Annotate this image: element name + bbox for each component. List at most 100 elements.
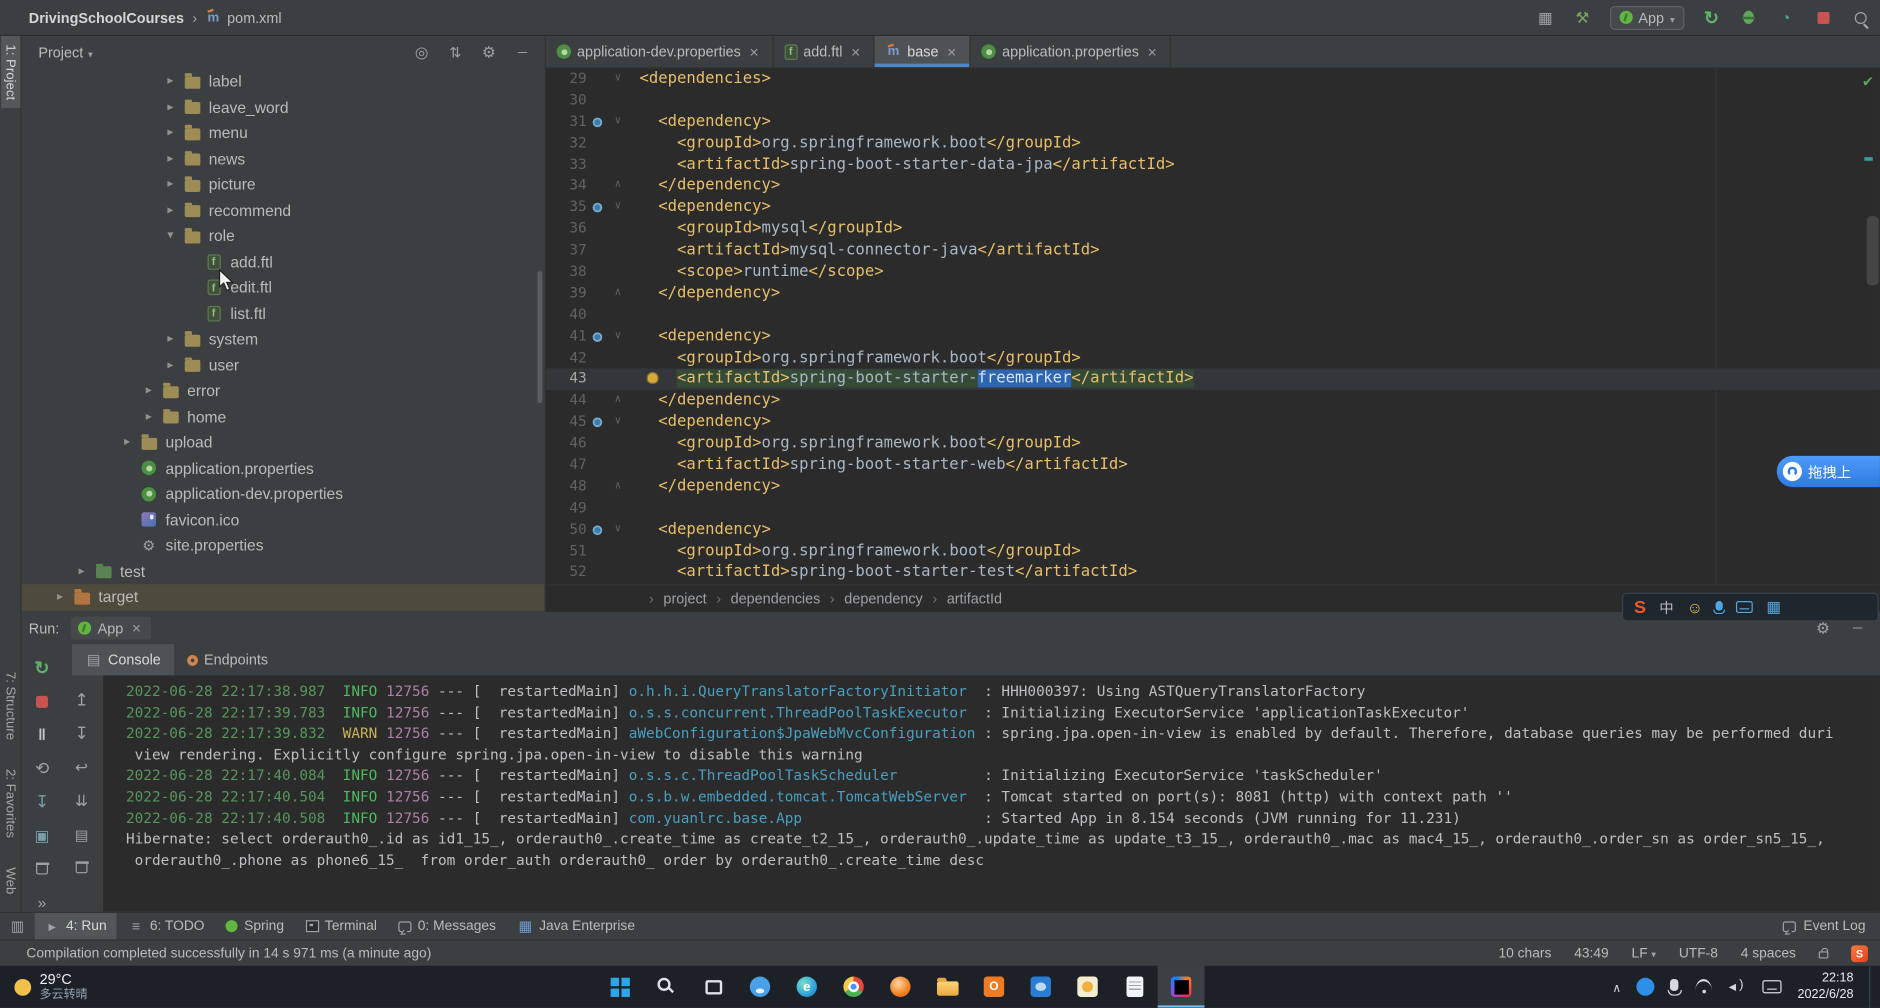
wifi-icon[interactable] — [1694, 980, 1713, 993]
code-line[interactable]: 51 <groupId>org.springframework.boot</gr… — [546, 541, 1880, 562]
tree-item[interactable]: error — [22, 378, 545, 404]
code-line[interactable]: 46 <groupId>org.springframework.boot</gr… — [546, 433, 1880, 454]
chinese-mode-label[interactable]: 中 — [1659, 597, 1673, 617]
fold-marker-icon[interactable] — [607, 412, 629, 433]
mic-tray-icon[interactable] — [1670, 979, 1678, 991]
tree-item[interactable]: application-dev.properties — [22, 481, 545, 507]
code-line[interactable]: 33 <artifactId>spring-boot-starter-data-… — [546, 154, 1880, 175]
fold-marker-icon[interactable] — [607, 262, 629, 283]
browser-icon[interactable] — [877, 966, 924, 1008]
sogou-status-icon[interactable] — [1851, 945, 1868, 962]
fold-marker-icon[interactable] — [607, 283, 629, 304]
clear-all-icon[interactable] — [71, 858, 91, 878]
fold-marker-icon[interactable] — [607, 347, 629, 368]
tree-chevron-icon[interactable] — [160, 126, 182, 139]
dependency-gutter-icon[interactable] — [587, 562, 607, 583]
weather-widget[interactable]: 29°C 多云转晴 — [0, 966, 102, 1008]
run-config-select[interactable]: App — [1610, 5, 1685, 29]
selection-chars-widget[interactable]: 10 chars — [1498, 946, 1551, 960]
layout-icon[interactable] — [1535, 7, 1555, 27]
editor-tab[interactable]: application-dev.properties — [546, 36, 773, 67]
fold-marker-icon[interactable] — [607, 197, 629, 218]
editor-scrollbar[interactable] — [1867, 216, 1879, 286]
fold-marker-icon[interactable] — [607, 68, 629, 89]
breadcrumb-file[interactable]: pom.xml — [227, 9, 281, 26]
dependency-gutter-icon[interactable] — [587, 154, 607, 175]
code-line[interactable]: 37 <artifactId>mysql-connector-java</art… — [546, 240, 1880, 261]
dependency-gutter-icon[interactable] — [587, 90, 607, 111]
sogou-ime-toolbar[interactable]: 中 — [1622, 593, 1879, 622]
fold-marker-icon[interactable] — [607, 455, 629, 476]
tab-close-icon[interactable] — [944, 43, 958, 61]
fold-marker-icon[interactable] — [607, 176, 629, 197]
error-stripe-mark[interactable] — [1864, 157, 1872, 161]
chrome-icon[interactable] — [830, 966, 877, 1008]
dependency-gutter-icon[interactable] — [587, 304, 607, 325]
breadcrumb-item[interactable]: dependency — [820, 590, 922, 607]
project-scrollbar[interactable] — [537, 271, 542, 403]
code-line[interactable]: 48 </dependency> — [546, 476, 1880, 497]
toolwindow-button[interactable]: 4: Run — [35, 912, 116, 940]
code-line[interactable]: 34 </dependency> — [546, 176, 1880, 197]
toolbox-icon[interactable] — [1766, 597, 1781, 616]
tree-item[interactable]: system — [22, 326, 545, 352]
intention-bulb-icon[interactable] — [647, 372, 659, 384]
fold-marker-icon[interactable] — [607, 240, 629, 261]
show-desktop-button[interactable] — [1869, 966, 1875, 1008]
status-message[interactable]: Compilation completed successfully in 14… — [26, 946, 431, 960]
tray-expand-icon[interactable] — [1612, 978, 1621, 995]
rerun-app-icon[interactable] — [1701, 7, 1721, 27]
event-log-button[interactable]: Event Log — [1783, 919, 1866, 933]
fold-marker-icon[interactable] — [607, 519, 629, 540]
dependency-gutter-icon[interactable] — [587, 519, 607, 540]
toolwindow-button[interactable]: 6: TODO — [119, 912, 214, 940]
code-line[interactable]: 40 — [546, 304, 1880, 325]
sogou-drag-badge[interactable]: 拖拽上 — [1777, 456, 1880, 487]
run-view-tab[interactable]: Endpoints — [174, 644, 281, 675]
taskview-button[interactable] — [690, 966, 737, 1008]
code-line[interactable]: 49 — [546, 498, 1880, 519]
scroll-to-end-icon[interactable] — [71, 791, 91, 811]
stripe-button[interactable]: Web — [1, 858, 20, 902]
tray-app-icon[interactable] — [1637, 978, 1655, 996]
gc-icon[interactable] — [32, 859, 52, 879]
dependency-gutter-icon[interactable] — [587, 68, 607, 89]
dump-threads-icon[interactable] — [32, 792, 52, 812]
toolwindow-button[interactable]: Java Enterprise — [508, 912, 645, 940]
notepad-icon[interactable] — [1111, 966, 1158, 1008]
dependency-gutter-icon[interactable] — [587, 347, 607, 368]
editor-tab[interactable]: base — [875, 36, 971, 67]
emoji-icon[interactable] — [1687, 598, 1703, 616]
tree-item[interactable]: target — [22, 584, 545, 610]
fold-marker-icon[interactable] — [607, 562, 629, 583]
tree-item[interactable]: upload — [22, 429, 545, 455]
breadcrumb-item[interactable]: artifactId — [923, 590, 1002, 607]
code-line[interactable]: 36 <groupId>mysql</groupId> — [546, 219, 1880, 240]
scroll-top-icon[interactable] — [71, 690, 91, 710]
tree-item[interactable]: news — [22, 146, 545, 172]
keyboard-icon[interactable] — [1736, 601, 1753, 613]
code-line[interactable]: 43 <artifactId>spring-boot-starter-freem… — [546, 369, 1880, 390]
indent-widget[interactable]: 4 spaces — [1741, 946, 1796, 960]
code-line[interactable]: 35 <dependency> — [546, 197, 1880, 218]
print-icon[interactable] — [71, 824, 91, 844]
line-ending-widget[interactable]: LF — [1632, 946, 1657, 960]
tree-chevron-icon[interactable] — [160, 204, 182, 217]
breadcrumb-item[interactable]: dependencies — [707, 590, 821, 607]
explorer-icon[interactable] — [924, 966, 971, 1008]
code-line[interactable]: 30 — [546, 90, 1880, 111]
toolwindow-button[interactable]: Terminal — [296, 912, 387, 940]
restart-icon[interactable] — [32, 758, 52, 778]
dependency-gutter-icon[interactable] — [587, 455, 607, 476]
tree-item[interactable]: user — [22, 352, 545, 378]
tree-item[interactable]: home — [22, 404, 545, 430]
dependency-gutter-icon[interactable] — [587, 326, 607, 347]
run-view-tab[interactable]: Console — [72, 644, 174, 675]
chevron-down-icon[interactable] — [88, 44, 93, 61]
edge-icon[interactable] — [783, 966, 830, 1008]
tab-close-icon[interactable] — [1145, 43, 1159, 61]
tree-item[interactable]: test — [22, 558, 545, 584]
fold-marker-icon[interactable] — [607, 111, 629, 132]
dependency-gutter-icon[interactable] — [587, 111, 607, 132]
stop-icon[interactable] — [32, 691, 52, 711]
